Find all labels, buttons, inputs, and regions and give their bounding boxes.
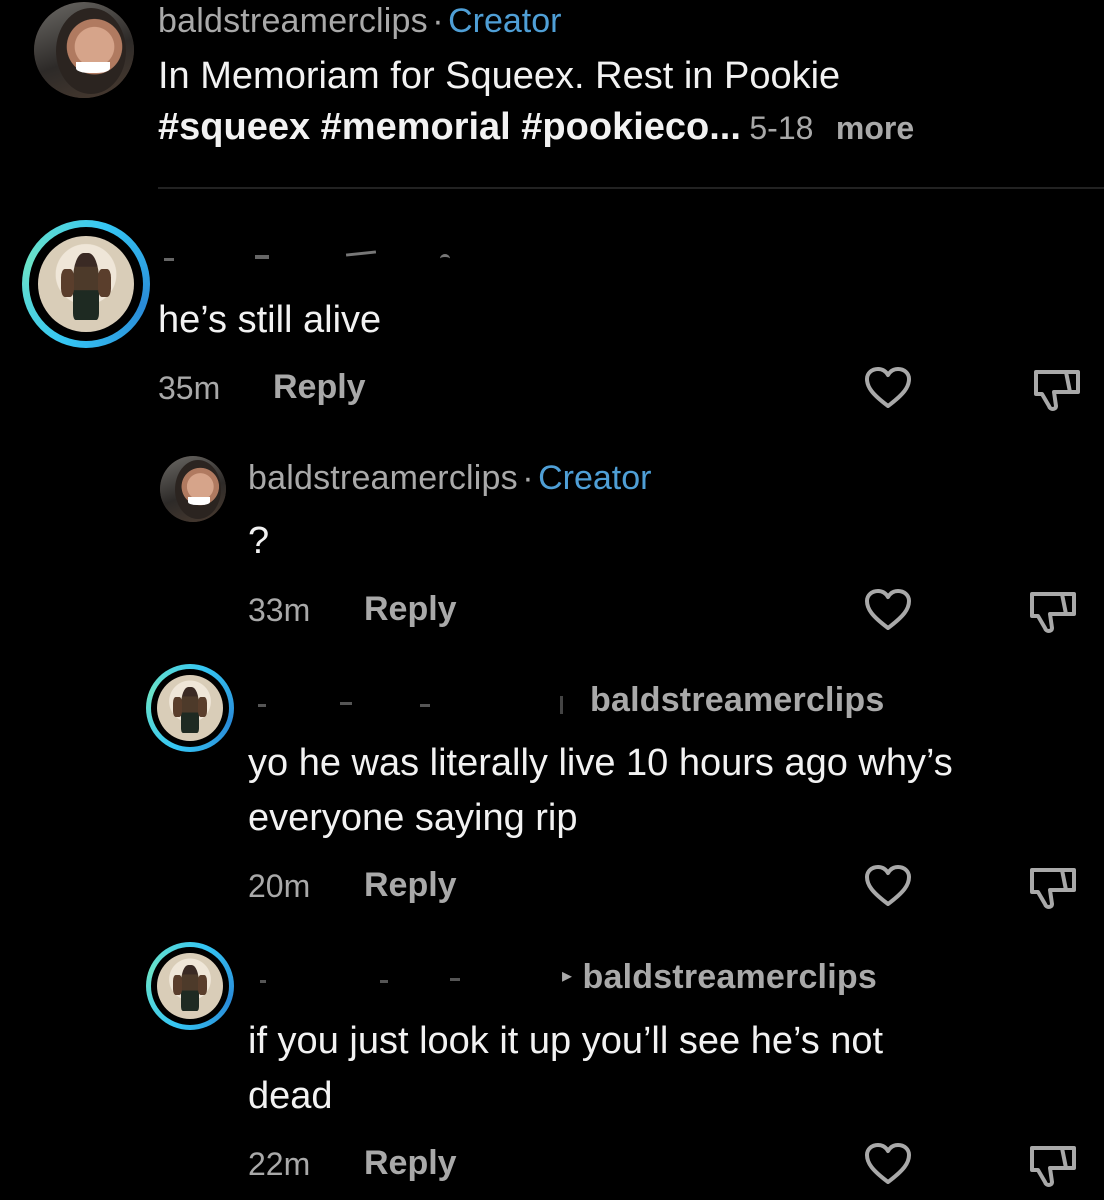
comment-text: he’s still alive <box>158 299 382 341</box>
reply-text-line2: everyone saying rip <box>248 797 578 839</box>
reply-button[interactable]: Reply <box>273 368 366 407</box>
reply-button[interactable]: Reply <box>364 1144 457 1183</box>
reply-author-line: baldstreamerclips · Creator <box>248 459 651 498</box>
reply-button[interactable]: Reply <box>364 866 457 905</box>
post-author-line: baldstreamerclips · Creator <box>158 2 561 41</box>
reply-author-name[interactable]: baldstreamerclips <box>248 459 518 497</box>
more-button[interactable]: more <box>836 110 914 146</box>
commenter-avatar-story-ring[interactable] <box>146 942 234 1030</box>
reply-time: 22m <box>248 1146 311 1182</box>
commenter-avatar-story-ring[interactable] <box>22 220 150 348</box>
redacted-username <box>250 966 570 996</box>
thumbs-down-outline-icon[interactable] <box>1028 588 1080 636</box>
reply-text: ? <box>248 520 270 562</box>
redacted-username <box>250 690 570 720</box>
reply-text-line2: dead <box>248 1075 333 1117</box>
post-author-name[interactable]: baldstreamerclips <box>158 2 428 40</box>
commenter-avatar <box>157 953 223 1019</box>
creator-badge: Creator <box>448 2 562 40</box>
reply-text-line1: if you just look it up you’ll see he’s n… <box>248 1020 884 1062</box>
commenter-avatar-story-ring[interactable] <box>146 664 234 752</box>
heart-outline-icon[interactable] <box>864 366 912 410</box>
post-caption-line2: #squeex #memorial #pookieco... 5-18 more <box>158 100 914 155</box>
thumbs-down-outline-icon[interactable] <box>1028 1142 1080 1190</box>
post-date: 5-18 <box>749 110 814 146</box>
heart-outline-icon[interactable] <box>864 864 912 908</box>
thumbs-down-outline-icon[interactable] <box>1028 864 1080 912</box>
creator-badge: Creator <box>538 459 652 497</box>
post-caption-line1: In Memoriam for Squeex. Rest in Pookie <box>158 55 841 97</box>
reply-to-line: ▸ baldstreamerclips <box>562 958 877 997</box>
reply-time: 20m <box>248 868 311 904</box>
redacted-username <box>160 240 460 270</box>
author-separator: · <box>522 459 534 497</box>
post-hashtags[interactable]: #squeex #memorial #pookieco... <box>158 106 741 148</box>
commenter-avatar <box>157 675 223 741</box>
heart-outline-icon[interactable] <box>864 1142 912 1186</box>
caret-right-icon: ▸ <box>562 965 573 987</box>
thumbs-down-outline-icon[interactable] <box>1032 366 1084 414</box>
reply-author-avatar[interactable] <box>160 456 226 522</box>
author-separator: · <box>432 2 444 40</box>
commenter-avatar <box>38 236 134 332</box>
comment-time: 35m <box>158 370 221 406</box>
reply-text-line1: yo he was literally live 10 hours ago wh… <box>248 742 953 784</box>
reply-time: 33m <box>248 592 311 628</box>
reply-to-username[interactable]: baldstreamerclips <box>583 958 877 996</box>
post-author-avatar[interactable] <box>34 2 134 98</box>
reply-button[interactable]: Reply <box>364 590 457 629</box>
divider <box>158 187 1104 189</box>
heart-outline-icon[interactable] <box>864 588 912 632</box>
reply-to-username[interactable]: baldstreamerclips <box>590 681 884 720</box>
